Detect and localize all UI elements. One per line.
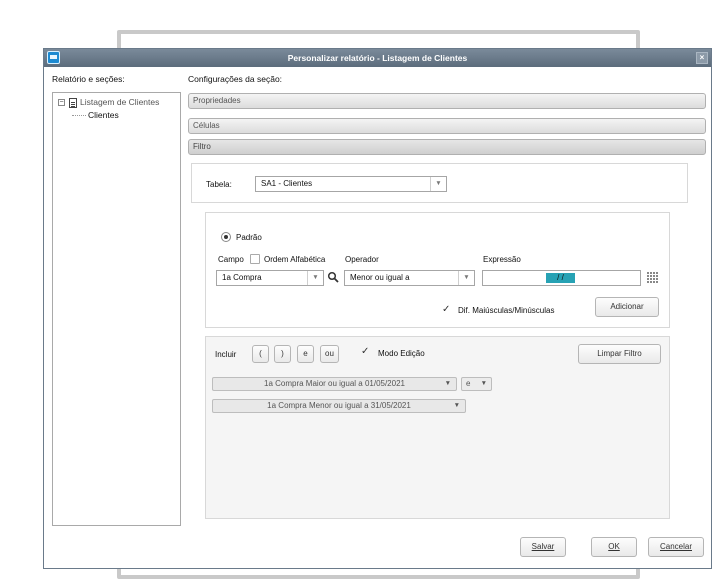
chevron-down-icon: ▼ bbox=[307, 271, 323, 285]
customize-report-dialog: Personalizar relatório - Listagem de Cli… bbox=[43, 48, 712, 569]
ordem-alfabetica-label: Ordem Alfabética bbox=[264, 255, 326, 264]
date-value: / / bbox=[546, 273, 575, 283]
expressao-label: Expressão bbox=[483, 255, 521, 264]
cancel-button-label: Cancelar bbox=[659, 542, 692, 551]
table-label: Tabela: bbox=[206, 180, 232, 189]
tree-item-root[interactable]: − Listagem de Clientes bbox=[58, 97, 159, 108]
search-icon[interactable] bbox=[327, 271, 339, 283]
filter-condition-1-text: 1a Compra Maior ou igual a 01/05/2021 bbox=[264, 379, 405, 388]
filter-expression-panel: Incluir ( ) e ou ✓ Modo Edição Limpar Fi… bbox=[205, 336, 670, 519]
chevron-down-icon: ▼ bbox=[430, 177, 446, 191]
limpar-filtro-button[interactable]: Limpar Filtro bbox=[578, 344, 661, 364]
filter-condition-2-text: 1a Compra Menor ou igual a 31/05/2021 bbox=[267, 401, 411, 410]
chevron-down-icon: ▼ bbox=[458, 271, 474, 285]
section-propriedades[interactable]: Propriedades bbox=[188, 93, 706, 109]
operador-label: Operador bbox=[345, 255, 379, 264]
modo-edicao-checkbox[interactable]: ✓ bbox=[361, 347, 369, 357]
operador-select-value: Menor ou igual a bbox=[350, 273, 410, 282]
operador-select[interactable]: Menor ou igual a ▼ bbox=[344, 270, 475, 286]
tree-root-label: Listagem de Clientes bbox=[80, 97, 160, 107]
table-select[interactable]: SA1 - Clientes ▼ bbox=[255, 176, 447, 192]
and-button[interactable]: e bbox=[297, 345, 314, 363]
ok-button-label: OK bbox=[608, 542, 620, 551]
tree-connector bbox=[72, 115, 86, 117]
ordem-alfabetica-checkbox[interactable] bbox=[250, 254, 260, 264]
window-title: Personalizar relatório - Listagem de Cli… bbox=[287, 53, 468, 63]
close-icon[interactable]: × bbox=[696, 52, 708, 64]
collapse-icon[interactable]: − bbox=[58, 99, 65, 107]
table-select-value: SA1 - Clientes bbox=[261, 179, 313, 188]
adicionar-button[interactable]: Adicionar bbox=[595, 297, 659, 317]
document-icon bbox=[69, 97, 77, 108]
padrao-label: Padrão bbox=[236, 233, 262, 242]
campo-label: Campo bbox=[218, 255, 244, 264]
expressao-date-input[interactable]: / / bbox=[482, 270, 641, 286]
dif-maiusculas-label: Dif. Maiúsculas/Minúsculas bbox=[458, 306, 555, 315]
incluir-label: Incluir bbox=[215, 350, 237, 359]
campo-select-value: 1a Compra bbox=[222, 273, 262, 282]
sections-heading: Relatório e seções: bbox=[52, 74, 125, 84]
ok-button[interactable]: OK bbox=[591, 537, 637, 557]
chevron-down-icon: ▼ bbox=[480, 380, 487, 387]
save-button-label: Salvar bbox=[531, 542, 555, 551]
open-paren-button[interactable]: ( bbox=[252, 345, 269, 363]
close-paren-button[interactable]: ) bbox=[274, 345, 291, 363]
table-panel: Tabela: SA1 - Clientes ▼ bbox=[191, 163, 688, 203]
tree-child-label: Clientes bbox=[88, 110, 119, 120]
cancel-button[interactable]: Cancelar bbox=[648, 537, 704, 557]
filter-condition-2[interactable]: 1a Compra Menor ou igual a 31/05/2021 ▼ bbox=[212, 399, 466, 413]
section-filtro[interactable]: Filtro bbox=[188, 139, 706, 155]
calendar-icon[interactable] bbox=[647, 272, 659, 283]
chevron-down-icon: ▼ bbox=[453, 402, 460, 409]
filter-condition-1[interactable]: 1a Compra Maior ou igual a 01/05/2021 ▼ bbox=[212, 377, 457, 391]
connector-value: e bbox=[466, 379, 471, 388]
chevron-down-icon: ▼ bbox=[444, 380, 451, 387]
section-celulas[interactable]: Células bbox=[188, 118, 706, 134]
title-bar[interactable]: Personalizar relatório - Listagem de Cli… bbox=[44, 49, 711, 67]
section-config-heading: Configurações da seção: bbox=[188, 74, 283, 84]
or-button[interactable]: ou bbox=[320, 345, 339, 363]
modo-edicao-label: Modo Edição bbox=[378, 349, 425, 358]
save-button[interactable]: Salvar bbox=[520, 537, 566, 557]
report-tree[interactable]: − Listagem de Clientes Clientes bbox=[52, 92, 181, 526]
condition-panel: Padrão Campo Ordem Alfabética Operador E… bbox=[205, 212, 670, 328]
connector-select[interactable]: e ▼ bbox=[461, 377, 492, 391]
tree-item-clientes[interactable]: Clientes bbox=[72, 110, 119, 120]
campo-select[interactable]: 1a Compra ▼ bbox=[216, 270, 324, 286]
dif-maiusculas-checkbox[interactable]: ✓ bbox=[442, 305, 450, 315]
padrao-radio[interactable] bbox=[221, 232, 231, 242]
